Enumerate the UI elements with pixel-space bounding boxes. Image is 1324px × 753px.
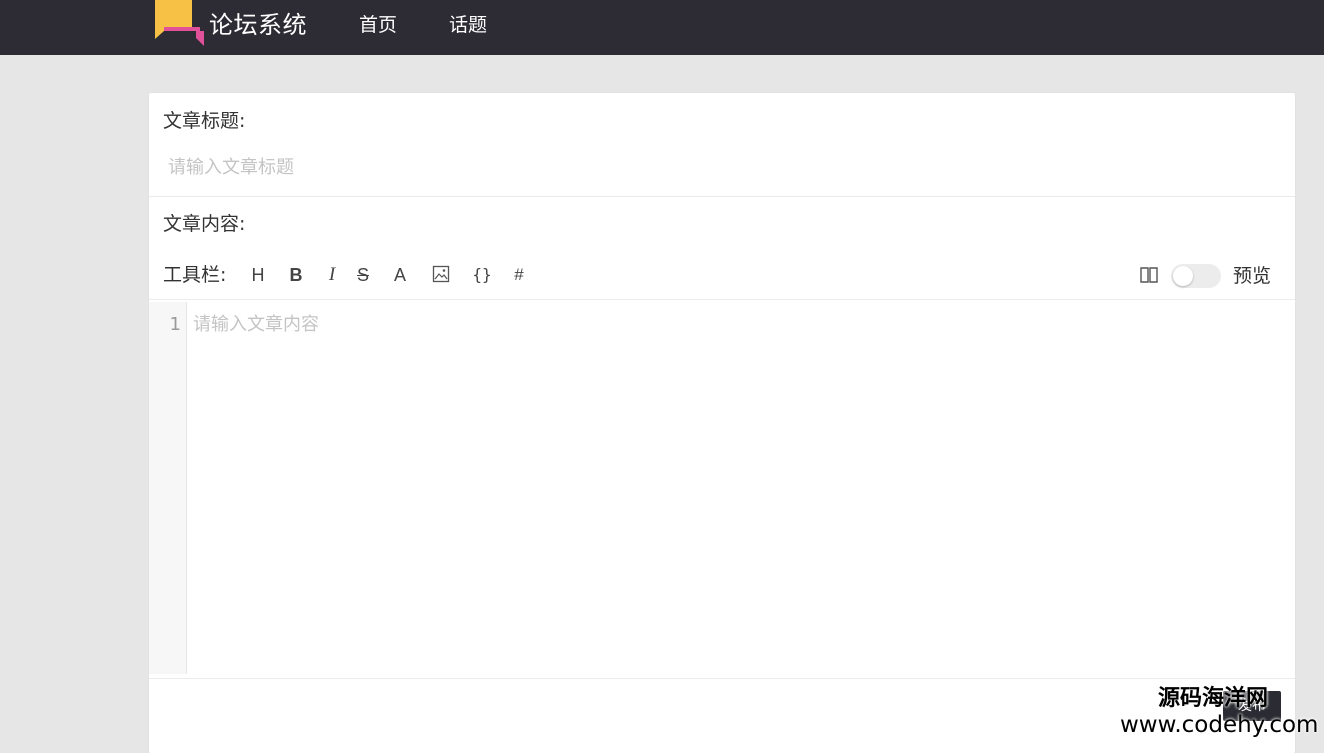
watermark-url: www.codehy.com [1120,712,1319,738]
preview-label: 预览 [1233,265,1272,287]
top-navbar: 论坛系统 首页 话题 [0,0,1324,55]
content-editor: 1 [149,302,1295,677]
divider [149,678,1295,679]
heading-icon[interactable]: H [250,260,266,290]
preview-toggle[interactable] [1171,264,1221,288]
strikethrough-icon[interactable]: S [355,260,371,290]
post-editor-card: 文章标题: 文章内容: 工具栏: H B I S A {} # 预览 [149,93,1295,753]
line-number-gutter: 1 [149,302,187,674]
watermark-title: 源码海洋网 [1158,686,1269,711]
toggle-knob [1173,266,1193,286]
brand-title[interactable]: 论坛系统 [209,9,307,41]
book-icon[interactable] [1139,266,1159,284]
nav-topics-link[interactable]: 话题 [449,12,487,38]
content-textarea[interactable] [189,308,1289,668]
hashtag-icon[interactable]: # [511,260,527,290]
content-label: 文章内容: [163,213,246,235]
toolbar-label: 工具栏: [163,264,227,286]
title-input[interactable] [157,145,1285,189]
title-label: 文章标题: [163,110,246,132]
markdown-toolbar: 工具栏: H B I S A {} # 预览 [149,250,1295,300]
line-number: 1 [169,314,181,335]
nav-home-link[interactable]: 首页 [359,12,397,38]
code-icon[interactable]: {} [472,260,492,290]
image-icon[interactable] [432,265,452,285]
font-color-icon[interactable]: A [392,260,408,290]
italic-icon[interactable]: I [326,260,338,290]
bold-icon[interactable]: B [288,260,304,290]
divider [149,196,1295,197]
chat-bubble-logo-icon[interactable] [152,0,204,50]
